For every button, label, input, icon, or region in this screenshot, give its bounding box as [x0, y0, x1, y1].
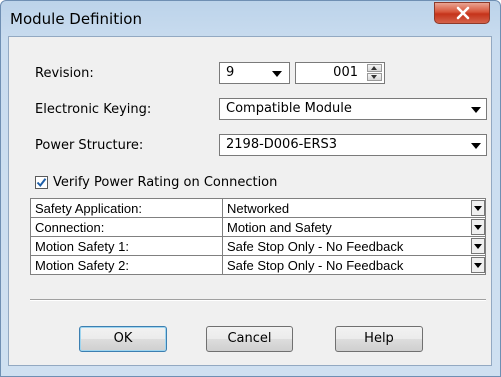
- close-button[interactable]: [434, 2, 490, 24]
- ok-button[interactable]: OK: [79, 326, 167, 352]
- window-title: Module Definition: [10, 10, 142, 28]
- revision-minor-spinner[interactable]: 001: [295, 62, 385, 84]
- grid-row-connection: Connection: Motion and Safety: [30, 217, 486, 237]
- grid-row-name: Motion Safety 1:: [30, 236, 223, 256]
- help-button[interactable]: Help: [335, 326, 423, 352]
- power-structure-select[interactable]: 2198-D006-ERS3: [219, 134, 487, 156]
- chevron-down-icon: [471, 143, 481, 149]
- grid-row-name: Safety Application:: [30, 198, 223, 218]
- grid-dropdown-button[interactable]: [471, 200, 485, 216]
- spin-up-icon: [371, 66, 377, 70]
- grid-row-value: Networked: [227, 200, 290, 216]
- grid-row-name: Motion Safety 2:: [30, 255, 223, 275]
- grid-row-safety-application: Safety Application: Networked: [30, 198, 486, 218]
- cancel-button[interactable]: Cancel: [206, 326, 293, 352]
- revision-major-select[interactable]: 9: [219, 62, 290, 84]
- electronic-keying-label: Electronic Keying:: [35, 102, 152, 117]
- chevron-down-icon: [474, 206, 482, 211]
- grid-dropdown-button[interactable]: [471, 257, 485, 273]
- chevron-down-icon: [471, 107, 481, 113]
- close-icon: [456, 6, 470, 20]
- spin-down-button[interactable]: [367, 73, 382, 81]
- grid-row-name: Connection:: [30, 217, 223, 237]
- grid-row-value-cell[interactable]: Networked: [222, 198, 486, 218]
- power-structure-label: Power Structure:: [35, 138, 144, 153]
- grid-dropdown-button[interactable]: [471, 219, 485, 235]
- spin-down-icon: [371, 75, 377, 79]
- chevron-down-icon: [474, 263, 482, 268]
- grid-row-value-cell[interactable]: Safe Stop Only - No Feedback: [222, 236, 486, 256]
- grid-row-value: Safe Stop Only - No Feedback: [227, 257, 404, 273]
- grid-row-value: Safe Stop Only - No Feedback: [227, 238, 404, 254]
- grid-row-value: Motion and Safety: [227, 219, 332, 235]
- spin-up-button[interactable]: [367, 64, 382, 72]
- chevron-down-icon: [474, 225, 482, 230]
- verify-power-label: Verify Power Rating on Connection: [53, 175, 278, 190]
- revision-minor-value: 001: [333, 65, 358, 80]
- grid-row-value-cell[interactable]: Safe Stop Only - No Feedback: [222, 255, 486, 275]
- power-structure-value: 2198-D006-ERS3: [226, 137, 338, 152]
- revision-label: Revision:: [35, 66, 94, 81]
- verify-power-checkbox[interactable]: [35, 176, 48, 189]
- chevron-down-icon: [474, 244, 482, 249]
- revision-major-value: 9: [226, 65, 235, 80]
- grid-row-motion-safety-1: Motion Safety 1: Safe Stop Only - No Fee…: [30, 236, 486, 256]
- grid-row-value-cell[interactable]: Motion and Safety: [222, 217, 486, 237]
- safety-property-grid: Safety Application: Networked Connection…: [30, 198, 486, 275]
- electronic-keying-value: Compatible Module: [226, 101, 352, 116]
- chevron-down-icon: [272, 71, 282, 77]
- divider: [30, 299, 486, 301]
- title-bar[interactable]: Module Definition: [1, 1, 500, 37]
- electronic-keying-select[interactable]: Compatible Module: [219, 98, 487, 120]
- checkmark-icon: [36, 178, 47, 188]
- grid-dropdown-button[interactable]: [471, 238, 485, 254]
- grid-row-motion-safety-2: Motion Safety 2: Safe Stop Only - No Fee…: [30, 255, 486, 275]
